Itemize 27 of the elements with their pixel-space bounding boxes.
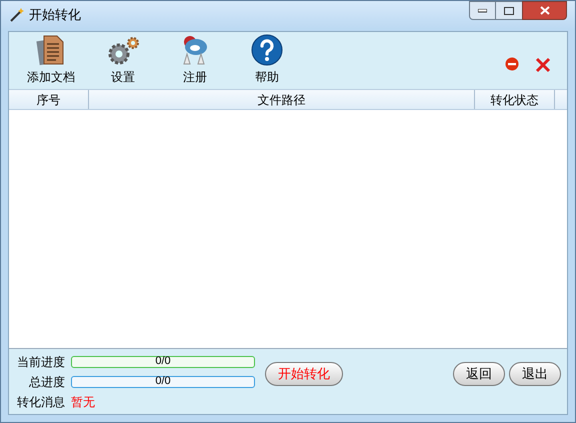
- close-icon: [540, 6, 550, 15]
- stop-icon[interactable]: [505, 57, 519, 71]
- column-header[interactable]: 文件路径: [89, 90, 475, 109]
- delete-icon[interactable]: [535, 57, 551, 73]
- column-header[interactable]: 序号: [9, 90, 89, 109]
- toolbar-button[interactable]: 设置: [87, 36, 159, 86]
- progress-bar: 0/0: [71, 356, 255, 368]
- column-header[interactable]: 转化状态: [475, 90, 555, 109]
- toolbar-button[interactable]: 添加文档: [15, 34, 87, 86]
- progress-bar: 0/0: [71, 376, 255, 388]
- dialog-button[interactable]: 退出: [509, 362, 561, 386]
- minimize-icon: [478, 8, 487, 12]
- maximize-icon: [504, 6, 514, 14]
- toolbar-button[interactable]: 帮助: [231, 34, 303, 86]
- window-title: 开始转化: [29, 6, 81, 24]
- dialog-button[interactable]: 返回: [453, 362, 505, 386]
- message-label: 转化消息: [16, 394, 65, 410]
- help-icon: [251, 34, 283, 66]
- minimize-button[interactable]: [469, 1, 496, 20]
- gear-icon: [106, 36, 140, 66]
- magic-wand-icon: [9, 7, 25, 23]
- message-value: 暂无: [71, 394, 95, 410]
- progress-label: 总进度: [28, 374, 65, 390]
- toolbar-button[interactable]: 注册: [159, 34, 231, 86]
- maximize-button[interactable]: [496, 1, 522, 20]
- progress-label: 当前进度: [16, 354, 65, 370]
- close-button[interactable]: [522, 1, 567, 20]
